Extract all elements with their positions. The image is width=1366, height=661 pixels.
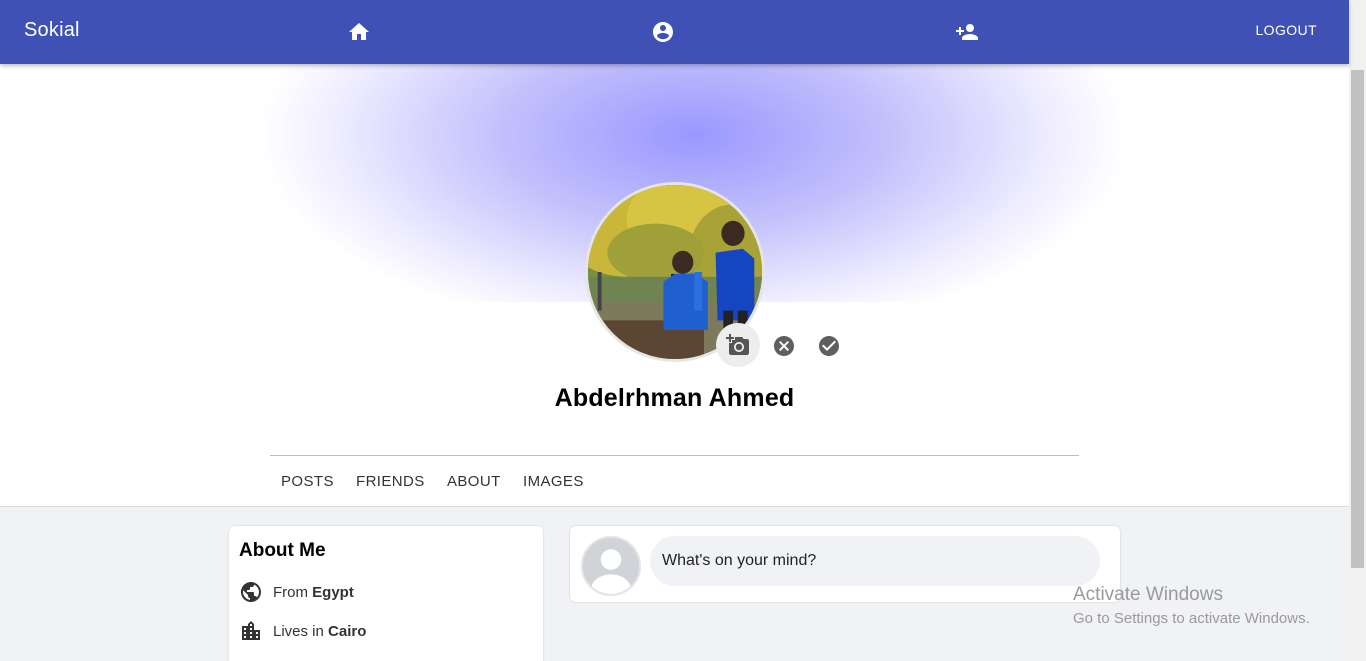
- app-bar: Sokial LOGOUT: [0, 0, 1349, 64]
- account-circle-icon[interactable]: [651, 20, 675, 44]
- home-icon[interactable]: [347, 20, 371, 44]
- tab-posts[interactable]: POSTS: [281, 473, 334, 490]
- about-from-label: From: [273, 584, 308, 601]
- tabs-divider: [270, 455, 1079, 456]
- check-circle-icon[interactable]: [817, 334, 841, 358]
- logout-button[interactable]: LOGOUT: [1255, 22, 1317, 38]
- tab-about[interactable]: ABOUT: [447, 473, 501, 490]
- cancel-icon[interactable]: [772, 334, 796, 358]
- profile-name: Abdelrhman Ahmed: [554, 384, 795, 412]
- watermark-subtitle: Go to Settings to activate Windows.: [1073, 610, 1310, 627]
- location-city-icon: [242, 621, 260, 640]
- person-add-icon[interactable]: [955, 20, 979, 44]
- page-scrollbar[interactable]: [1349, 0, 1366, 661]
- windows-activation-watermark: Activate Windows Go to Settings to activ…: [1073, 584, 1310, 630]
- profile-header: Abdelrhman Ahmed POSTS FRIENDS ABOUT IMA…: [0, 64, 1349, 507]
- watermark-title: Activate Windows: [1073, 584, 1223, 605]
- about-lives-label: Lives in: [273, 623, 324, 640]
- brand-logo[interactable]: Sokial: [24, 19, 80, 42]
- about-me-title: About Me: [239, 540, 326, 561]
- scrollbar-thumb[interactable]: [1351, 70, 1364, 568]
- about-from-value: Egypt: [312, 584, 354, 601]
- about-lives-value: Cairo: [328, 623, 367, 640]
- about-me-card: About Me From Egypt Lives in Cairo: [229, 526, 543, 661]
- composer-avatar: [581, 536, 641, 596]
- globe-icon: [241, 582, 261, 602]
- tab-images[interactable]: IMAGES: [523, 473, 584, 490]
- add-a-photo-icon[interactable]: [716, 323, 760, 367]
- default-user-icon: [583, 538, 639, 594]
- tab-friends[interactable]: FRIENDS: [356, 473, 425, 490]
- post-input[interactable]: [650, 536, 1100, 586]
- post-composer: [570, 526, 1120, 602]
